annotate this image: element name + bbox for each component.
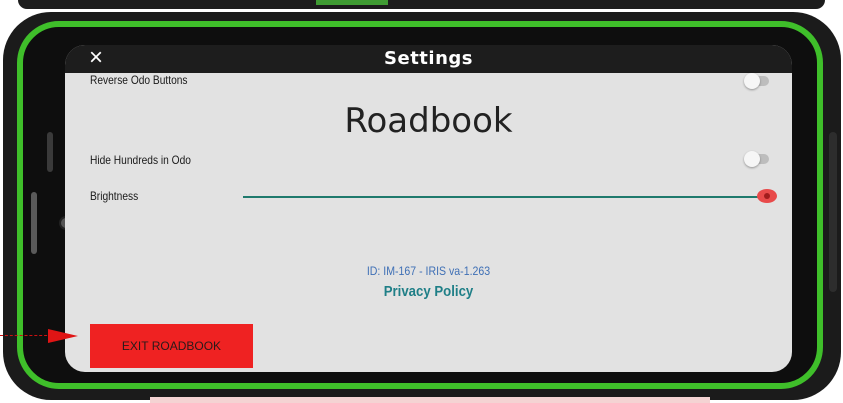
- device-id-text: ID: IM-167 - IRIS va-1.263: [366, 264, 491, 278]
- callout-dashed-line: [0, 335, 52, 336]
- toggle-knob: [744, 73, 760, 89]
- caption-strip: [150, 397, 710, 403]
- settings-screen: × Settings Reverse Odo Buttons Roadbook …: [65, 45, 792, 372]
- hide-hundreds-toggle[interactable]: [744, 151, 769, 167]
- brightness-label: Brightness: [90, 189, 139, 203]
- exit-roadbook-button[interactable]: EXIT ROADBOOK: [90, 324, 253, 368]
- device-right-edge: [829, 132, 837, 292]
- device-side-grip: [31, 192, 37, 254]
- brightness-slider-thumb[interactable]: [757, 189, 777, 203]
- title-bar: × Settings: [65, 45, 792, 73]
- reverse-odo-label: Reverse Odo Buttons: [90, 73, 188, 87]
- device-top-edge: [18, 0, 825, 9]
- hide-hundreds-label: Hide Hundreds in Odo: [90, 153, 191, 167]
- device-side-button: [47, 132, 53, 172]
- device-top-accent: [316, 0, 388, 5]
- reverse-odo-toggle[interactable]: [744, 73, 769, 89]
- brightness-slider[interactable]: [243, 196, 763, 198]
- toggle-knob: [744, 151, 760, 167]
- privacy-policy-link[interactable]: Privacy Policy: [109, 283, 749, 300]
- callout-arrow-icon: [48, 329, 78, 343]
- page-title: Settings: [384, 48, 473, 69]
- app-heading: Roadbook: [344, 101, 513, 141]
